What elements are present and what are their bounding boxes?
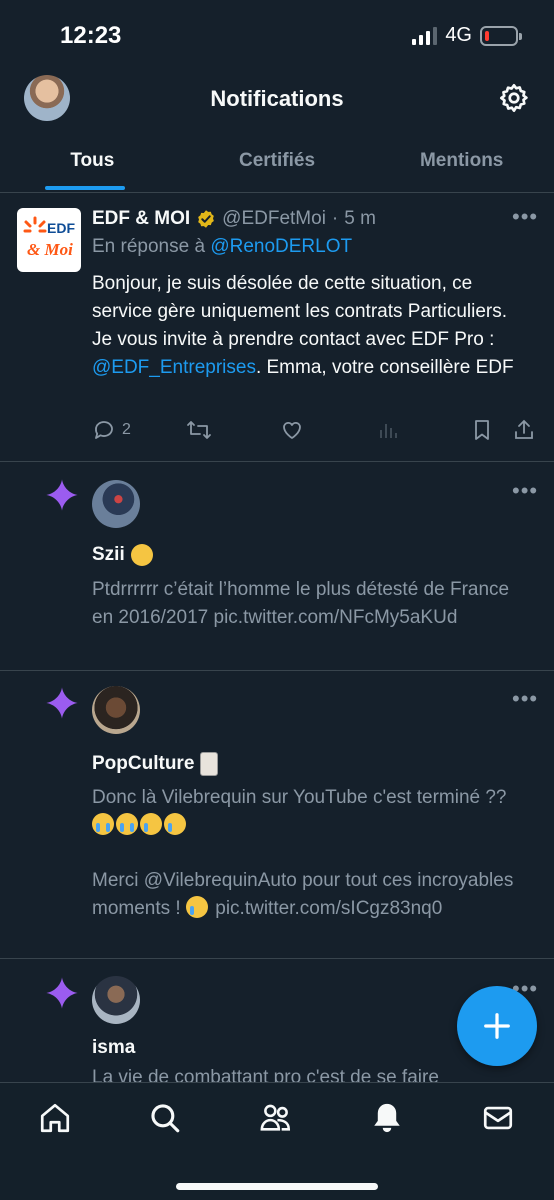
divider	[0, 192, 554, 193]
reply-icon	[95, 421, 113, 439]
notification-text: Ptdrrrrrr c’était l’homme le plus détest…	[92, 579, 510, 628]
communities-icon[interactable]	[259, 1101, 293, 1135]
tweet-body: Bonjour, je suis désolée de cette situat…	[92, 270, 532, 382]
retweet-button[interactable]	[186, 418, 212, 442]
notification-text-line1: Donc là Vilebrequin sur YouTube c'est te…	[92, 787, 507, 808]
tab-certifies[interactable]: Certifiés	[185, 148, 370, 194]
like-button[interactable]	[280, 418, 304, 442]
reply-prefix: En réponse à	[92, 236, 206, 257]
edf-logo-avatar[interactable]: EDF & Moi	[17, 208, 81, 272]
sad-tear-face-emoji	[185, 896, 208, 918]
more-options-icon[interactable]: •••	[512, 206, 538, 228]
sparkle-icon	[46, 977, 78, 1009]
home-icon[interactable]	[38, 1101, 72, 1135]
heart-icon	[283, 421, 301, 439]
tweet-text-part2: . Emma, votre conseillère EDF	[255, 357, 514, 378]
worried-face-emoji	[130, 544, 153, 566]
notification-user-name[interactable]: Szii	[92, 544, 155, 566]
retweet-icon	[187, 421, 211, 439]
reply-button[interactable]: 2	[92, 418, 131, 442]
divider	[0, 670, 554, 671]
notification-user-name[interactable]: isma	[92, 1037, 135, 1059]
playing-card-emoji	[200, 752, 219, 776]
reply-count: 2	[122, 421, 131, 438]
status-time: 12:23	[60, 22, 122, 49]
edf-logo-moi: & Moi	[27, 240, 73, 259]
reply-to-mention[interactable]: @RenoDERLOT	[210, 236, 352, 257]
share-icon	[515, 419, 533, 439]
sad-tear-face-emoji	[140, 813, 162, 835]
search-icon[interactable]	[148, 1101, 182, 1135]
user-avatar[interactable]	[92, 686, 140, 734]
active-tab-indicator	[45, 186, 125, 190]
crying-face-emoji	[116, 813, 138, 835]
bookmark-button[interactable]	[470, 418, 494, 442]
edf-sun-icon	[23, 216, 47, 233]
user-name: PopCulture	[92, 753, 195, 774]
user-avatar[interactable]	[92, 976, 140, 1024]
user-avatar[interactable]	[92, 480, 140, 528]
user-name: isma	[92, 1037, 136, 1058]
edf-logo-text: EDF	[47, 220, 75, 236]
bookmark-icon	[475, 420, 489, 440]
divider	[0, 958, 554, 959]
views-icon	[380, 424, 397, 438]
share-button[interactable]	[512, 418, 536, 442]
sparkle-icon	[46, 687, 78, 719]
tweet-handle[interactable]: @EDFetMoi	[222, 208, 326, 230]
notification-text: La vie de combattant pro c'est de se fai…	[92, 1067, 439, 1082]
tweet-mention-link[interactable]: @EDF_Entreprises	[92, 357, 256, 378]
crying-face-emoji	[92, 813, 114, 835]
network-label: 4G	[445, 24, 472, 46]
divider	[0, 461, 554, 462]
notifications-bell-icon[interactable]	[370, 1101, 404, 1135]
verified-badge-icon	[198, 210, 215, 228]
notification-text: Donc là Vilebrequin sur YouTube c'est te…	[92, 784, 532, 840]
user-name: Szii	[92, 544, 125, 565]
signal-icon	[412, 26, 438, 45]
page-title: Notifications	[210, 86, 344, 111]
tweet-author-name[interactable]: EDF & MOI	[92, 208, 190, 230]
plus-icon	[484, 1013, 510, 1039]
sparkle-icon	[46, 479, 78, 511]
tweet-header: EDF & MOI @EDFetMoi · 5 m	[92, 208, 376, 230]
notification-link[interactable]: pic.twitter.com/sICgz83nq0	[215, 898, 442, 919]
home-indicator	[176, 1183, 378, 1190]
notification-text-2: Merci @VilebrequinAuto pour tout ces inc…	[92, 867, 532, 923]
settings-gear-icon[interactable]	[498, 82, 530, 114]
sad-tear-face-emoji	[164, 813, 186, 835]
messages-icon[interactable]	[481, 1101, 515, 1135]
views-button[interactable]	[376, 418, 400, 442]
more-options-icon[interactable]: •••	[512, 480, 538, 502]
notification-user-name[interactable]: PopCulture	[92, 752, 219, 776]
tweet-separator: ·	[331, 208, 339, 229]
compose-button[interactable]	[457, 986, 537, 1066]
reply-context: En réponse à @RenoDERLOT	[92, 236, 352, 258]
battery-icon	[480, 25, 522, 46]
more-options-icon[interactable]: •••	[512, 688, 538, 710]
tweet-actions: 2	[92, 418, 536, 444]
tweet-text-part1: Bonjour, je suis désolée de cette situat…	[92, 273, 508, 350]
status-indicators: 4G	[412, 24, 522, 47]
tab-mentions[interactable]: Mentions	[369, 148, 554, 194]
tweet-time: 5 m	[344, 208, 376, 229]
